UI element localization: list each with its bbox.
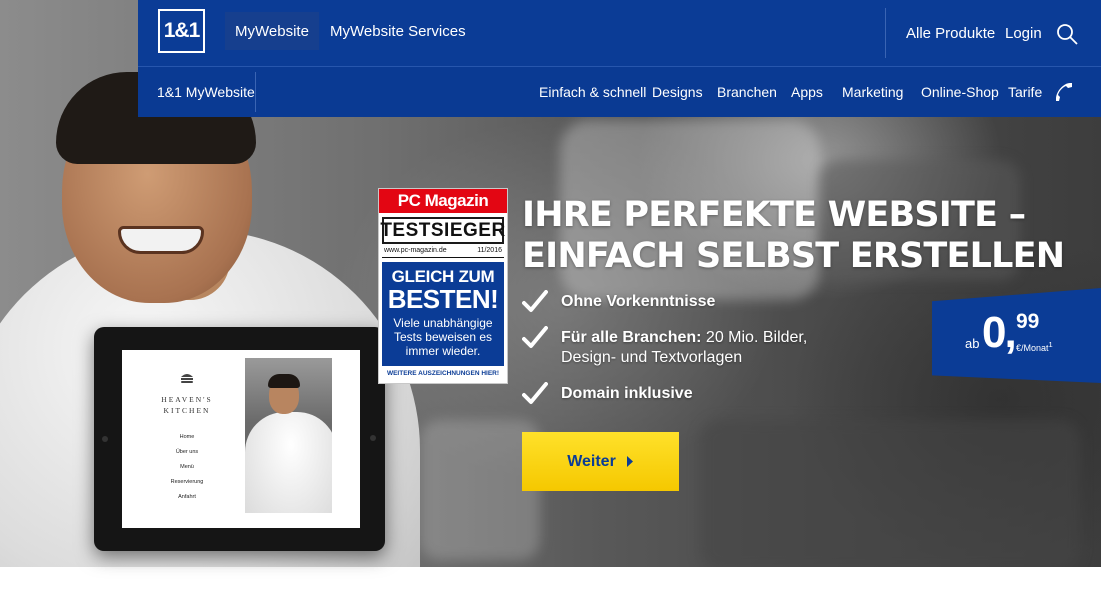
divider [885, 8, 886, 58]
price-prefix: ab [965, 336, 980, 351]
tablet-site-menu: Home Über uns Menü Reservierung Anfahrt [142, 430, 232, 505]
feature-text-line2: Design- und Textvorlagen [561, 349, 743, 366]
tab-mywebsite[interactable]: MyWebsite [225, 12, 319, 50]
tablet-site-title-line2: KITCHEN [163, 406, 211, 415]
test-award-badge[interactable]: PC Magazin TESTSIEGER www.pc-magazin.de … [378, 188, 508, 384]
feature-bold: Domain inklusive [561, 385, 693, 402]
price-tag[interactable]: ab 0, 99 €/Monat1 [932, 288, 1101, 383]
divider [255, 72, 256, 112]
weiter-button-label: Weiter [567, 452, 616, 470]
brand-logo[interactable]: 1&1 [158, 9, 205, 53]
hero-headline: IHRE PERFEKTE WEBSITE – EINFACH SELBST E… [522, 195, 1065, 277]
badge-meta: www.pc-magazin.de 11/2016 [382, 244, 504, 258]
link-login[interactable]: Login [1005, 0, 1042, 67]
feature-bold: Ohne Vorkenntnisse [561, 293, 716, 310]
badge-publisher: PC Magazin [379, 189, 507, 213]
phone-icon[interactable] [1052, 81, 1074, 103]
subnav-item-branchen[interactable]: Branchen [717, 67, 777, 117]
badge-issue: 11/2016 [477, 247, 502, 254]
tablet-menu-item: Über uns [175, 449, 199, 455]
weiter-button[interactable]: Weiter [522, 432, 679, 491]
price-cents: 99 [1016, 310, 1040, 333]
tablet-chef-photo [245, 358, 332, 513]
burger-icon [181, 374, 193, 383]
badge-more-awards-link[interactable]: WEITERE AUSZEICHNUNGEN HIER! [382, 366, 504, 380]
checkmark-icon [522, 382, 548, 404]
badge-claim: GLEICH ZUM BESTEN! Viele unabhängige Tes… [382, 262, 504, 380]
badge-line2: BESTEN! [387, 284, 499, 314]
badge-site: www.pc-magazin.de [384, 247, 447, 254]
checkmark-icon [522, 290, 548, 312]
badge-line1: GLEICH ZUM [391, 267, 495, 286]
price-unit: €/Monat1 [1016, 340, 1053, 353]
search-icon[interactable] [1056, 23, 1078, 45]
price-footnote: 1 [1048, 340, 1053, 349]
tablet-site-title: HEAVEN'S KITCHEN [142, 394, 232, 416]
subnav-item-online-shop[interactable]: Online-Shop [921, 67, 999, 117]
price-euros: 0, [982, 308, 1017, 357]
subnav-brand[interactable]: 1&1 MyWebsite [157, 67, 255, 117]
badge-award: TESTSIEGER [380, 217, 505, 244]
hero-headline-line1: IHRE PERFEKTE WEBSITE – [522, 195, 1026, 235]
feature-bold: Für alle Branchen: [561, 329, 702, 346]
feature-text: 20 Mio. Bilder, [701, 329, 808, 346]
price-unit-text: €/Monat [1016, 343, 1049, 353]
tab-mywebsite-services[interactable]: MyWebsite Services [320, 12, 476, 50]
link-alle-produkte[interactable]: Alle Produkte [906, 0, 995, 67]
tablet-menu-item: Home [179, 434, 195, 440]
bg-kitchen-blur [700, 420, 1080, 567]
sub-navigation-bar: 1&1 MyWebsite Einfach & schnell Designs … [138, 67, 1101, 117]
tablet-menu-item: Menü [180, 464, 194, 470]
subnav-item-tarife[interactable]: Tarife [1008, 67, 1042, 117]
tablet-chef-hair [268, 374, 300, 388]
checkmark-icon [522, 326, 548, 348]
chef-photo-smile [118, 226, 204, 254]
top-navigation-bar: 1&1 MyWebsite MyWebsite Services Alle Pr… [138, 0, 1101, 67]
badge-subtext: Viele unabhängige Tests beweisen es imme… [393, 316, 493, 358]
tablet-screen: HEAVEN'S KITCHEN Home Über uns Menü Rese… [122, 350, 360, 528]
subnav-item-einfach-schnell[interactable]: Einfach & schnell [539, 67, 646, 117]
subnav-item-marketing[interactable]: Marketing [842, 67, 903, 117]
tablet-menu-item: Anfahrt [178, 494, 196, 500]
tablet-mockup: HEAVEN'S KITCHEN Home Über uns Menü Rese… [94, 327, 385, 551]
subnav-item-designs[interactable]: Designs [652, 67, 703, 117]
chevron-right-icon [626, 456, 633, 467]
tablet-menu-item: Reservierung [170, 479, 204, 485]
tablet-camera [102, 436, 108, 442]
tablet-chef-body [245, 412, 332, 513]
tablet-home-button [370, 435, 376, 441]
tablet-site-title-line1: HEAVEN'S [161, 395, 213, 404]
subnav-item-apps[interactable]: Apps [791, 67, 823, 117]
hero-headline-line2: EINFACH SELBST ERSTELLEN [522, 236, 1065, 276]
